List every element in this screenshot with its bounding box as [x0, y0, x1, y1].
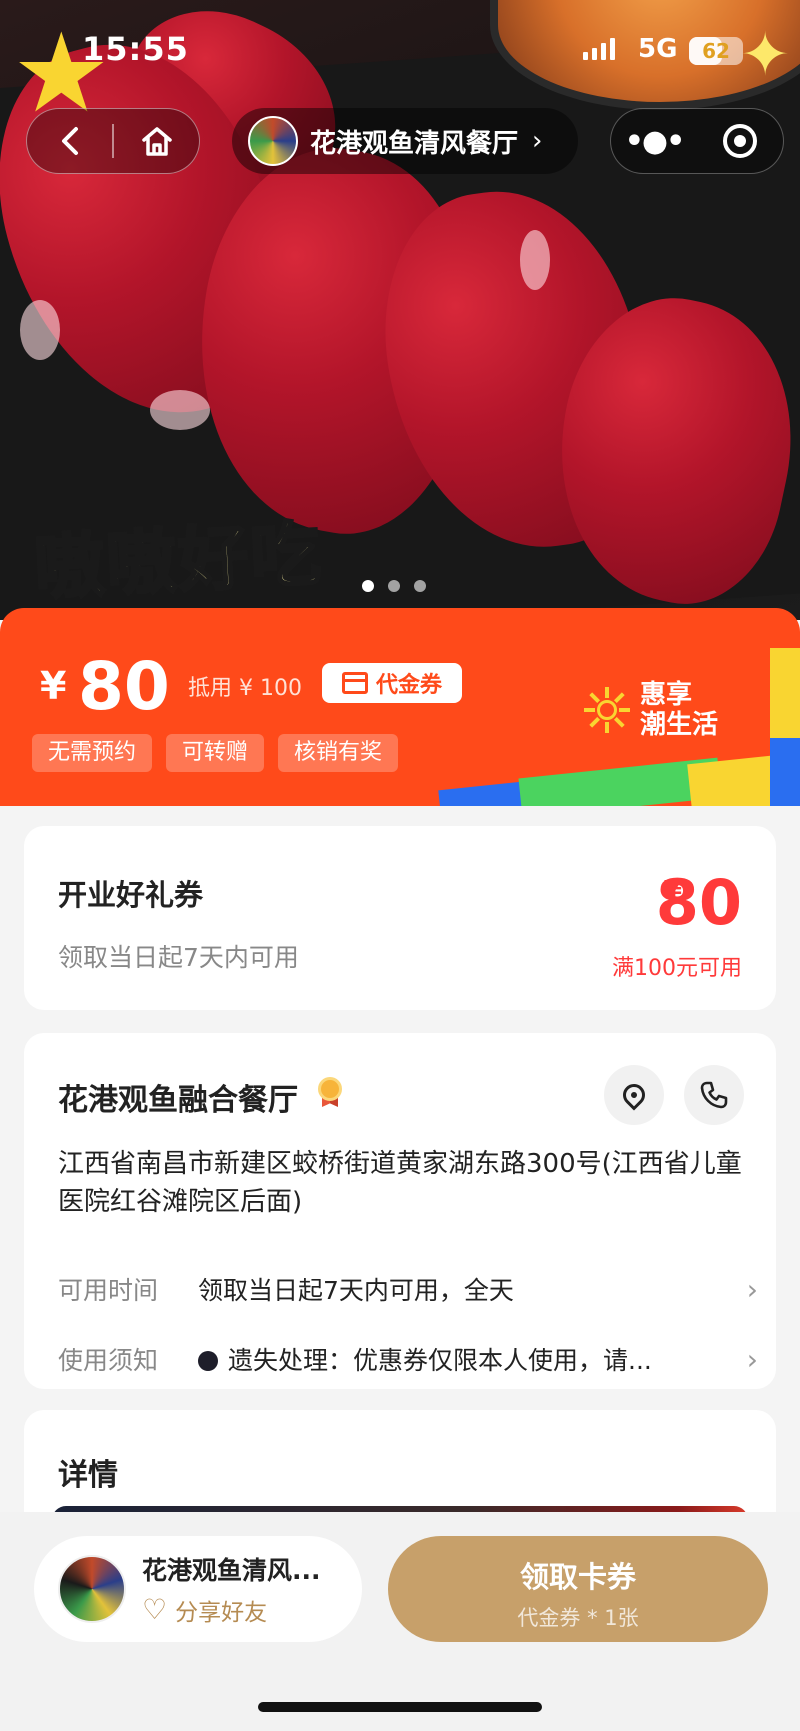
- gift-icon: [341, 672, 368, 694]
- home-icon: [141, 127, 172, 156]
- store-address: 江西省南昌市新建区蛟桥街道黄家湖东路300号(江西省儿童医院红谷滩院区后面): [58, 1149, 742, 1217]
- sparkle-icon: ✦: [740, 20, 791, 90]
- store-title[interactable]: 花港观鱼融合餐厅: [58, 1075, 298, 1119]
- share-label: 分享好友: [175, 1600, 268, 1626]
- home-indicator[interactable]: [258, 1702, 542, 1712]
- location-button[interactable]: [604, 1065, 664, 1125]
- feature-tag: 核销有奖: [278, 734, 399, 772]
- carousel-dot[interactable]: [362, 580, 374, 592]
- coupon-card: 开业好礼券 领取当日起7天内可用 ¥ 80 满100元可用: [24, 826, 776, 1010]
- feature-tag: 无需预约: [32, 734, 153, 772]
- location-pin-icon: [618, 1079, 650, 1111]
- store-avatar: [58, 1555, 126, 1623]
- slogan-line: 惠享: [640, 680, 693, 710]
- nav-pill: [26, 108, 200, 174]
- carousel-indicator: [362, 580, 426, 592]
- back-button[interactable]: [27, 108, 112, 174]
- phone-icon: [700, 1081, 728, 1109]
- coupon-name: 开业好礼券: [58, 878, 204, 912]
- deduct-amount: 抵用 ¥ 100: [188, 676, 302, 701]
- chevron-right-icon: ›: [746, 1272, 758, 1306]
- coupon-validity: 领取当日起7天内可用: [58, 943, 299, 972]
- bullet-icon: [198, 1351, 218, 1371]
- store-name: 花港观鱼清风餐厅: [310, 128, 519, 159]
- row-value: 遗失处理：优惠券仅限本人使用，请...: [228, 1346, 652, 1375]
- chevron-left-icon: [61, 127, 78, 155]
- home-button[interactable]: [114, 108, 199, 174]
- coupon-amount: 80: [655, 866, 742, 939]
- row-label: 使用须知: [58, 1346, 159, 1375]
- usage-notice-row[interactable]: 使用须知 遗失处理：优惠券仅限本人使用，请... ›: [58, 1339, 758, 1379]
- chevron-right-icon: ›: [746, 1342, 758, 1376]
- slogan-line: 潮生活: [640, 710, 719, 740]
- heart-icon: ♡: [142, 1593, 168, 1626]
- hero-image[interactable]: ★ ✦ 15:55 5G 62 花港观鱼清风餐厅 › •●• 嗷嗷好吃: [0, 0, 800, 620]
- call-button[interactable]: [684, 1065, 744, 1125]
- carousel-dot[interactable]: [414, 580, 426, 592]
- coupon-condition: 满100元可用: [612, 956, 742, 981]
- claim-sub-label: 代金券 * 1张: [517, 1606, 639, 1630]
- share-friend-button[interactable]: ♡ 分享好友: [142, 1593, 342, 1627]
- claim-coupon-button[interactable]: 领取卡券 代金券 * 1张: [388, 1536, 768, 1642]
- feature-tags: 无需预约 可转赠 核销有奖: [32, 734, 399, 772]
- target-icon: [723, 124, 757, 158]
- medal-icon: [316, 1077, 344, 1107]
- carousel-dot[interactable]: [388, 580, 400, 592]
- signal-icon: [583, 36, 615, 60]
- network-type: 5G: [638, 34, 678, 64]
- battery-icon: 62: [689, 37, 743, 65]
- store-card: 花港观鱼融合餐厅 江西省南昌市新建区蛟桥街道黄家湖东路300号(江西省儿童医院红…: [24, 1033, 776, 1389]
- share-pill[interactable]: 花港观鱼清风... ♡ 分享好友: [34, 1536, 362, 1642]
- mini-program-capsule: •●•: [610, 108, 784, 174]
- battery-percent: 62: [702, 39, 730, 63]
- share-store-name: 花港观鱼清风...: [142, 1556, 321, 1585]
- decor-stripe: [770, 738, 800, 806]
- meat-marbling: [20, 300, 60, 360]
- feature-tag: 可转赠: [166, 734, 265, 772]
- meat-marbling: [520, 230, 550, 290]
- row-label: 可用时间: [58, 1276, 159, 1305]
- close-button[interactable]: [697, 124, 783, 158]
- voucher-type-tag: 代金券: [322, 663, 462, 703]
- more-button[interactable]: •●•: [611, 124, 697, 159]
- price-value: 80: [78, 648, 170, 725]
- sun-icon: [584, 687, 630, 733]
- usage-time-row[interactable]: 可用时间 领取当日起7天内可用，全天 ›: [58, 1269, 758, 1309]
- voucher-type-label: 代金券: [375, 673, 442, 698]
- price-currency: ¥: [40, 664, 67, 708]
- status-time: 15:55: [82, 30, 189, 68]
- claim-label: 领取卡券: [519, 1560, 636, 1594]
- bottom-action-bar: 花港观鱼清风... ♡ 分享好友 领取卡券 代金券 * 1张: [0, 1512, 800, 1731]
- store-avatar: [248, 116, 298, 166]
- meat-marbling: [150, 390, 210, 430]
- price-banner: ¥ 80 抵用 ¥ 100 代金券 无需预约 可转赠 核销有奖 惠享 潮生活: [0, 608, 800, 806]
- more-dots-icon: •●•: [624, 123, 686, 159]
- store-link[interactable]: 花港观鱼清风餐厅 ›: [232, 108, 578, 174]
- slogan-logo: 惠享 潮生活: [584, 680, 718, 740]
- image-overlay-text: 嗷嗷好吃: [31, 511, 326, 611]
- chevron-right-icon: ›: [532, 126, 543, 156]
- detail-title: 详情: [58, 1458, 118, 1493]
- row-value: 领取当日起7天内可用，全天: [198, 1276, 514, 1305]
